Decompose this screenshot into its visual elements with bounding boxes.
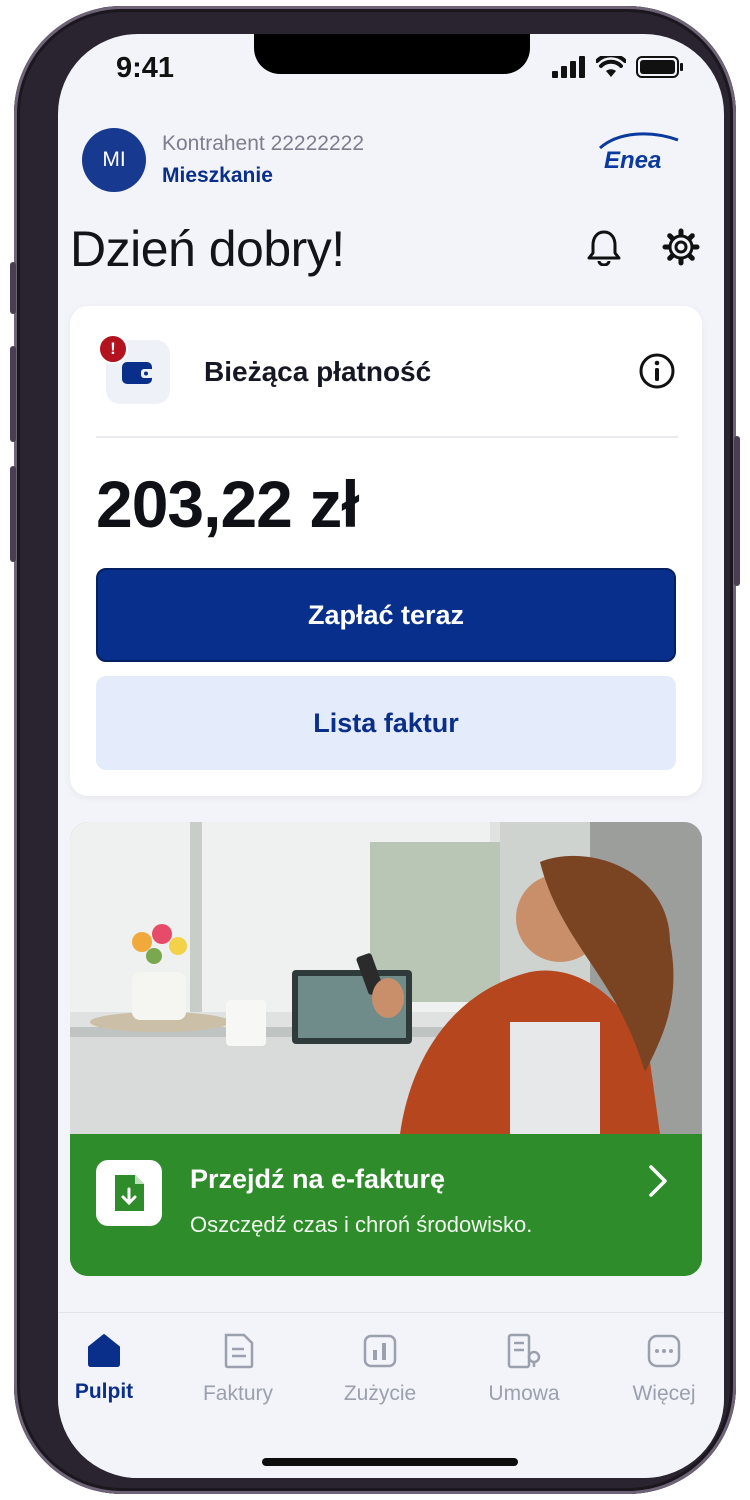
bell-icon[interactable] <box>586 228 622 266</box>
promo-banner[interactable]: Przejdź na e-fakturę Oszczędź czas i chr… <box>70 1134 702 1276</box>
tab-zuzycie[interactable]: Zużycie <box>320 1333 440 1406</box>
volume-up-button <box>10 346 16 442</box>
signal-icon <box>552 56 585 78</box>
pay-now-button[interactable]: Zapłać teraz <box>96 568 676 662</box>
tab-label: Zużycie <box>343 1382 417 1405</box>
tab-label: Umowa <box>488 1382 560 1405</box>
promo-title: Przejdź na e-fakturę <box>190 1164 446 1194</box>
enea-logo: Enea <box>599 132 679 172</box>
e-invoice-icon-box <box>96 1160 162 1226</box>
promo-photo <box>70 822 702 1134</box>
battery-icon <box>636 56 683 78</box>
invoice-icon <box>224 1333 254 1369</box>
phone-frame: 9:41 MI Kontrahent 22222222 Mieszkanie E… <box>10 6 740 1494</box>
wifi-icon <box>596 56 626 77</box>
settings-gear-icon[interactable] <box>662 228 700 266</box>
avatar[interactable]: MI <box>82 128 146 192</box>
payment-card-title: Bieżąca płatność <box>204 356 432 387</box>
silent-switch <box>10 262 16 314</box>
logo-text: Enea <box>604 147 661 172</box>
info-icon[interactable] <box>638 352 676 390</box>
current-payment-card: ! Bieżąca płatność 203,22 zł Zapłać tera… <box>70 306 702 796</box>
home-indicator[interactable] <box>262 1458 518 1466</box>
tab-wiecej[interactable]: Więcej <box>604 1333 724 1406</box>
more-icon <box>647 1334 681 1368</box>
bottom-tab-bar: Pulpit Faktury Zużycie Umowa Więcej <box>58 1312 724 1478</box>
card-divider <box>96 436 678 438</box>
greeting-title: Dzień dobry! <box>70 221 345 277</box>
tab-label: Więcej <box>632 1382 696 1405</box>
chevron-right-icon[interactable] <box>648 1164 668 1198</box>
wallet-icon <box>122 362 154 384</box>
usage-chart-icon <box>363 1334 397 1368</box>
tab-label: Faktury <box>202 1382 273 1405</box>
tab-faktury[interactable]: Faktury <box>178 1333 298 1406</box>
document-download-icon <box>115 1175 144 1211</box>
invoice-list-button[interactable]: Lista faktur <box>96 676 676 770</box>
status-icons <box>552 56 684 78</box>
app-screen: 9:41 MI Kontrahent 22222222 Mieszkanie E… <box>58 34 724 1478</box>
contractor-place[interactable]: Mieszkanie <box>162 164 273 188</box>
tab-pulpit[interactable]: Pulpit <box>58 1333 164 1404</box>
power-button <box>734 436 740 586</box>
home-icon <box>88 1334 120 1367</box>
alert-badge: ! <box>98 334 128 364</box>
payment-amount: 203,22 zł <box>96 467 360 541</box>
tab-label: Pulpit <box>74 1380 134 1403</box>
contractor-name[interactable]: Kontrahent 22222222 <box>162 132 364 156</box>
e-invoice-promo[interactable]: Przejdź na e-fakturę Oszczędź czas i chr… <box>70 822 702 1276</box>
contract-icon <box>507 1333 541 1369</box>
volume-down-button <box>10 466 16 562</box>
status-time: 9:41 <box>116 52 175 84</box>
notch <box>254 34 530 74</box>
tab-umowa[interactable]: Umowa <box>464 1333 584 1406</box>
promo-subtitle: Oszczędź czas i chroń środowisko. <box>190 1212 533 1237</box>
